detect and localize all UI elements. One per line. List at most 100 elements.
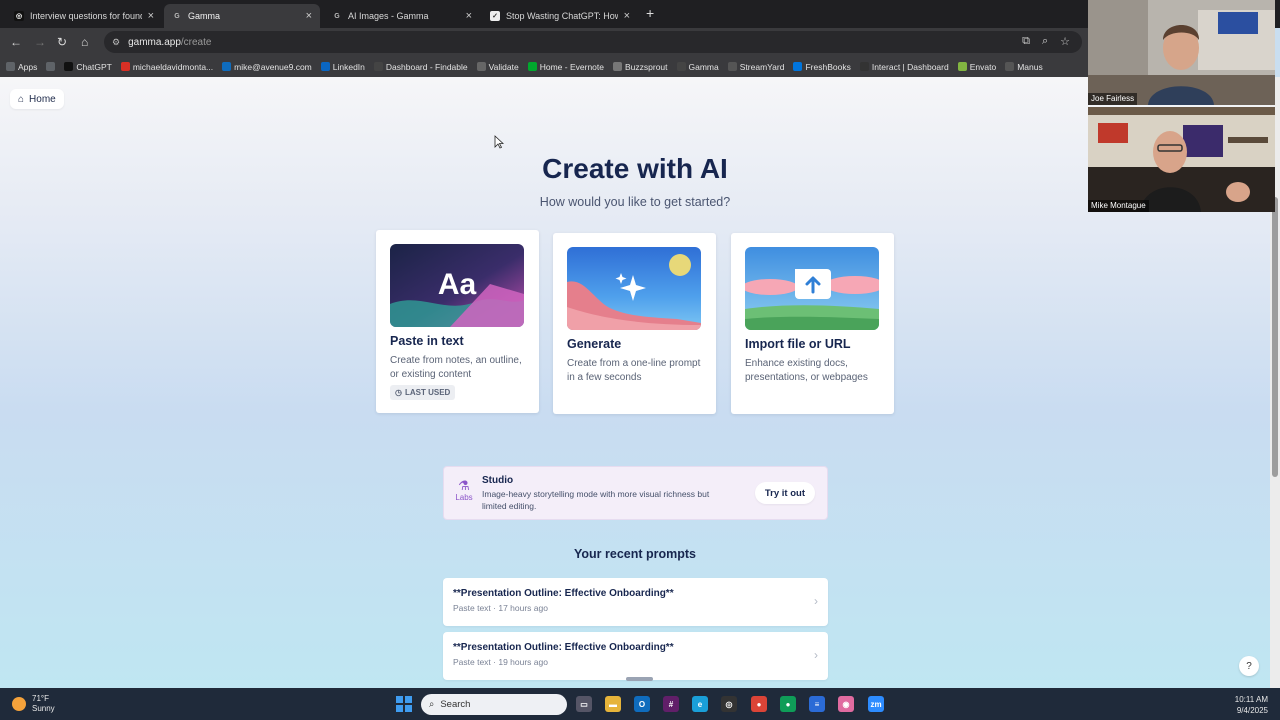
house-icon: ⌂	[18, 93, 25, 105]
recent-prompt-item[interactable]: **Presentation Outline: Effective Onboar…	[443, 632, 828, 680]
bookmark-item[interactable]	[46, 62, 56, 71]
validate-icon	[476, 62, 486, 71]
tab-interview-questions[interactable]: ◎ Interview questions for founder ×	[6, 4, 162, 28]
import-file-card[interactable]: Import file or URL Enhance existing docs…	[731, 233, 894, 414]
manus-icon	[1005, 62, 1015, 71]
scrollbar-thumb[interactable]	[1272, 197, 1278, 477]
bookmark-item[interactable]: Dashboard - Findable	[373, 62, 468, 72]
weather-condition: Sunny	[32, 704, 55, 713]
participant-video	[1088, 0, 1275, 105]
home-button[interactable]: ⌂ Home	[10, 89, 64, 109]
bookmark-item[interactable]: michaeldavidmonta...	[120, 61, 214, 72]
bookmark-label: StreamYard	[739, 61, 785, 72]
taskbar-search-input[interactable]: ⌕ Search	[421, 694, 567, 715]
tab-gamma[interactable]: G Gamma ×	[164, 4, 320, 28]
bookmark-item[interactable]: Envato	[957, 62, 996, 72]
bookmark-label: LinkedIn	[332, 61, 365, 72]
home-label: Home	[29, 93, 56, 105]
zoom-icon[interactable]: ⌕	[1042, 35, 1048, 48]
search-icon: ⌕	[429, 699, 435, 710]
close-icon[interactable]: ×	[466, 10, 472, 22]
bookmark-item[interactable]: Buzzsprout	[612, 61, 668, 72]
url-input[interactable]: ⚙ gamma.app/create ⧉ ⌕ ☆	[104, 31, 1082, 53]
card-title: Import file or URL	[745, 337, 851, 351]
help-button[interactable]: ?	[1239, 656, 1259, 676]
bookmark-item[interactable]: LinkedIn	[320, 61, 365, 72]
generate-card[interactable]: Generate Create from a one-line prompt i…	[553, 233, 716, 414]
back-icon[interactable]: ←	[10, 35, 22, 49]
site-info-icon[interactable]: ⚙	[112, 37, 120, 48]
tab-title: Interview questions for founder	[30, 11, 142, 21]
paste-in-text-card[interactable]: Aa Paste in text Create from notes, an o…	[376, 230, 539, 413]
chrome-icon[interactable]: ●	[751, 696, 767, 712]
forward-icon[interactable]: →	[34, 35, 46, 49]
close-icon[interactable]: ×	[306, 10, 312, 22]
participant-name: Mike Montague	[1088, 200, 1149, 212]
close-icon[interactable]: ×	[624, 10, 630, 22]
edge-icon[interactable]: e	[692, 696, 708, 712]
bookmark-item[interactable]: Apps	[6, 62, 37, 72]
last-used-badge: ◷ LAST USED	[390, 385, 456, 400]
bookmark-label: Apps	[18, 61, 38, 72]
tab-favicon: ✓	[490, 11, 500, 21]
url-host: gamma.app	[128, 36, 181, 48]
card-description: Create from notes, an outline, or existi…	[390, 355, 522, 380]
bookmark-item[interactable]: mike@avenue9.com	[222, 62, 312, 72]
bookmark-item[interactable]: Manus	[1005, 62, 1043, 72]
page-subtitle: How would you like to get started?	[539, 195, 731, 209]
evernote-icon	[527, 62, 537, 71]
slack-icon[interactable]: #	[663, 696, 679, 712]
system-clock[interactable]: 10:11 AM 9/4/2025	[1235, 694, 1268, 716]
bookmark-item[interactable]: ChatGPT	[64, 62, 112, 72]
install-app-icon[interactable]: ⧉	[1022, 35, 1030, 48]
bookmark-item[interactable]: Validate	[476, 62, 519, 72]
clock-icon: ◷	[395, 388, 402, 397]
weather-widget[interactable]: 71°F Sunny	[12, 694, 55, 714]
task-view-icon[interactable]: ▭	[576, 696, 592, 712]
outlook-icon[interactable]: O	[634, 696, 650, 712]
tab-ai-images[interactable]: G AI Images - Gamma ×	[324, 4, 480, 28]
bookmark-label: michaeldavidmonta...	[132, 61, 214, 72]
bookmark-item[interactable]: Home - Evernote	[527, 61, 604, 72]
art-text: Aa	[438, 268, 477, 301]
bookmark-item[interactable]: Interact | Dashboard	[859, 62, 949, 72]
bookmark-star-icon[interactable]: ☆	[1060, 35, 1070, 48]
file-explorer-icon[interactable]: ▬	[605, 696, 621, 712]
bookmark-item[interactable]: StreamYard	[727, 61, 785, 72]
new-tab-button[interactable]: +	[646, 5, 654, 21]
zoom-icon[interactable]: zm	[868, 696, 884, 712]
home-icon[interactable]: ⌂	[81, 35, 88, 49]
findable-icon	[373, 62, 383, 71]
badge-label: LAST USED	[404, 388, 451, 397]
studio-banner: ⚗ Labs Studio Image-heavy storytelling m…	[443, 466, 828, 520]
bookmark-label: Buzzsprout	[624, 61, 668, 72]
docs-icon[interactable]: ≡	[809, 696, 825, 712]
windows-start-icon[interactable]	[396, 696, 412, 712]
url-text: gamma.app/create	[128, 37, 211, 48]
gmail-icon	[120, 62, 130, 71]
try-it-out-button[interactable]: Try it out	[754, 482, 815, 504]
close-icon[interactable]: ×	[148, 10, 154, 22]
clock-date: 9/4/2025	[1236, 706, 1268, 715]
chatgpt-icon[interactable]: ◎	[721, 696, 737, 712]
photos-icon[interactable]: ◉	[838, 696, 854, 712]
bookmark-item[interactable]: Gamma	[676, 62, 719, 72]
studio-title: Studio	[482, 475, 514, 486]
import-illustration	[745, 247, 879, 330]
prompt-meta: Paste text · 17 hours ago	[453, 603, 548, 613]
flask-icon: ⚗	[458, 478, 470, 493]
sun-icon	[12, 697, 26, 711]
bookmark-item[interactable]: FreshBooks	[793, 62, 851, 72]
scroll-indicator[interactable]	[626, 677, 653, 681]
weather-text: 71°F Sunny	[32, 694, 55, 714]
recent-prompt-item[interactable]: **Presentation Outline: Effective Onboar…	[443, 578, 828, 626]
chrome-profile-icon[interactable]: ●	[780, 696, 796, 712]
studio-description: Image-heavy storytelling mode with more …	[482, 489, 710, 511]
card-title: Generate	[567, 337, 622, 351]
buzzsprout-icon	[612, 62, 622, 71]
tab-stop-wasting-chatgpt[interactable]: ✓ Stop Wasting ChatGPT: How to ×	[482, 4, 638, 28]
prompt-title: **Presentation Outline: Effective Onboar…	[453, 642, 674, 653]
bookmark-label: Home - Evernote	[539, 61, 604, 72]
omnibox-actions: ⧉ ⌕ ☆	[1022, 35, 1070, 48]
reload-icon[interactable]: ↻	[57, 35, 67, 49]
